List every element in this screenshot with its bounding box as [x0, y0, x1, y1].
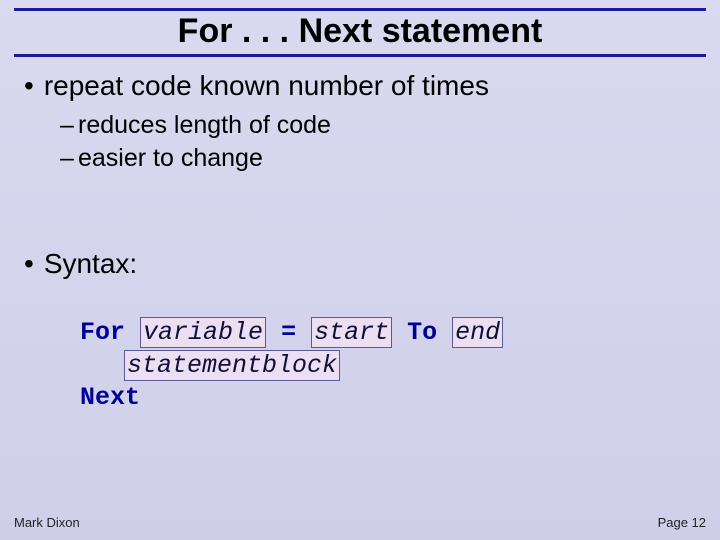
- slide-content: • repeat code known number of times –red…: [24, 68, 696, 415]
- ph-statementblock: statementblock: [124, 350, 340, 381]
- slide-title: For . . . Next statement: [0, 12, 720, 51]
- eq-sign: =: [266, 318, 311, 347]
- bullet-main-2: • Syntax:: [24, 246, 696, 281]
- sub-bullets: –reduces length of code –easier to chang…: [60, 109, 696, 174]
- bullet-sub-2-text: easier to change: [78, 144, 263, 172]
- kw-next: Next: [80, 383, 140, 412]
- footer-author: Mark Dixon: [14, 515, 80, 530]
- code-line-3: Next: [80, 382, 696, 415]
- dash-icon: –: [60, 142, 78, 175]
- dash-icon: –: [60, 109, 78, 142]
- title-underline: [14, 54, 706, 57]
- bullet-dot-icon: •: [24, 246, 34, 281]
- code-line-1: For variable = start To end: [80, 317, 696, 350]
- bullet-sub-1: –reduces length of code: [60, 109, 696, 142]
- code-line-2: statementblock: [80, 350, 696, 383]
- footer-page: Page 12: [658, 515, 706, 530]
- bullet-main-2-text: Syntax:: [44, 246, 137, 281]
- ph-start: start: [311, 317, 392, 348]
- kw-to: To: [392, 318, 452, 347]
- bullet-main-1-text: repeat code known number of times: [44, 68, 489, 103]
- bullet-main-1: • repeat code known number of times: [24, 68, 696, 103]
- bullet-sub-2: –easier to change: [60, 142, 696, 175]
- ph-end: end: [452, 317, 503, 348]
- ph-variable: variable: [140, 317, 266, 348]
- kw-for: For: [80, 318, 125, 347]
- top-rule: [14, 8, 706, 11]
- bullet-sub-1-text: reduces length of code: [78, 111, 331, 139]
- syntax-code: For variable = start To end statementblo…: [80, 317, 696, 415]
- bullet-dot-icon: •: [24, 68, 34, 103]
